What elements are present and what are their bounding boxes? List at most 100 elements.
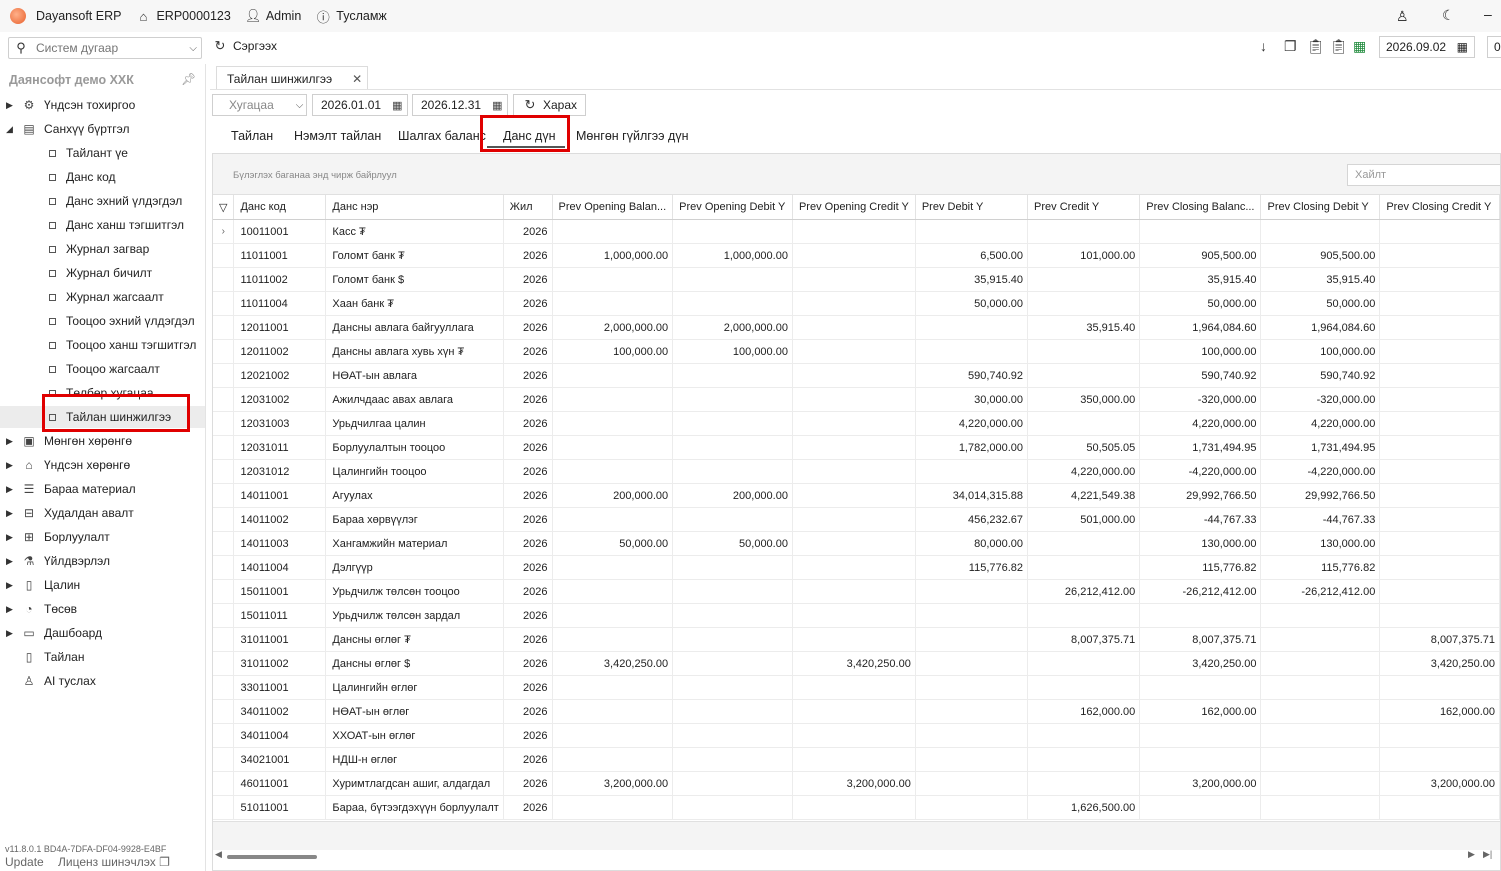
table-row[interactable]: 11011001 Голомт банк ₮ 2026 1,000,000.00 1,0… [213, 243, 1500, 268]
scroll-right-icon[interactable]: ▶ [1468, 849, 1475, 860]
table-row[interactable]: › 10011001 Касс ₮ 2026 [213, 219, 1500, 244]
grid-search-input[interactable]: Хайлт [1347, 164, 1500, 186]
date-to-picker[interactable]: 2026.12.31 ▦ [412, 94, 508, 116]
sidebar-child-item[interactable]: Данс код [0, 166, 205, 188]
sidebar-item-finance[interactable]: ◢ ▤ Санхүү бүртгэл [0, 118, 205, 140]
table-row[interactable]: 15011001 Урьдчилж төлсөн тооцоо 2026 26,212… [213, 579, 1500, 604]
column-header[interactable]: Жил [503, 195, 553, 220]
table-row[interactable]: 14011003 Хангамжийн материал 2026 50,000.00… [213, 531, 1500, 556]
column-header[interactable]: Prev Credit Y [1027, 195, 1141, 220]
column-header[interactable]: Prev Closing Debit Y [1260, 195, 1381, 220]
table-row[interactable]: 33011001 Цалингийн өглөг 2026 [213, 675, 1500, 700]
group-panel[interactable]: Бүлэглэх баганаа энд чирж байрлуул Хайлт [213, 154, 1500, 195]
horizontal-scrollbar[interactable]: ◀ ▶ ▶| [213, 849, 1500, 863]
sidebar-item-salary[interactable]: ▶ ▯ Цалин [0, 574, 205, 596]
sidebar-item-purchase[interactable]: ▶ ⊟ Худалдан авалт [0, 502, 205, 524]
current-date-picker[interactable]: 2026.09.02 ▦ [1379, 36, 1475, 58]
paste-icon[interactable]: 📋︎ [1330, 38, 1348, 55]
tab-report[interactable]: Тайлан [231, 129, 273, 143]
table-row[interactable]: 14011002 Бараа хөрвүүлэг 2026 456,232.67 501… [213, 507, 1500, 532]
column-header[interactable]: Prev Closing Balanc... [1139, 195, 1262, 220]
refresh-button[interactable]: ↻ Сэргээх [212, 38, 277, 54]
close-icon[interactable]: ✕ [352, 72, 362, 86]
user-menu[interactable]: 👤︎ Admin [245, 8, 301, 24]
date-from-picker[interactable]: 2026.01.01 ▦ [312, 94, 408, 116]
table-row[interactable]: 15011011 Урьдчилж төлсөн зардал 2026 [213, 603, 1500, 628]
right-cut-field[interactable]: 0 [1487, 36, 1501, 58]
table-row[interactable]: 14011001 Агуулах 2026 200,000.00 200,000.00 3… [213, 483, 1500, 508]
dark-mode-icon[interactable]: ☾ [1442, 7, 1455, 24]
expand-arrow-icon[interactable]: ▶ [6, 100, 16, 111]
table-row[interactable]: 12011002 Дансны авлага хувь хүн ₮ 2026 100,… [213, 339, 1500, 364]
license-link[interactable]: Лиценз шинэчлэх ❐ [58, 855, 170, 869]
download-icon[interactable]: ↓ [1260, 38, 1267, 54]
document-tab[interactable]: Тайлан шинжилгээ ✕ [216, 66, 368, 90]
column-header[interactable]: Prev Opening Debit Y [672, 195, 793, 220]
sidebar-child-item[interactable]: Тооцоо эхний үлдэгдэл [0, 310, 205, 332]
system-search-box[interactable]: ⚲ ⌵ [8, 37, 202, 59]
collapse-arrow-icon[interactable]: ◢ [6, 124, 16, 135]
sidebar-item-inventory[interactable]: ▶ ☰ Бараа материал [0, 478, 205, 500]
clipboard-icon[interactable]: 📋︎ [1307, 38, 1325, 55]
table-row[interactable]: 34021001 НДШ-н өглөг 2026 [213, 747, 1500, 772]
pin-icon[interactable]: 📌︎ [181, 72, 196, 86]
help-button[interactable]: ⓘ Тусламж [315, 7, 387, 26]
table-row[interactable]: 12031003 Урьдчилгаа цалин 2026 4,220,000.00… [213, 411, 1500, 436]
table-row[interactable]: 12031002 Ажилчдаас авах авлага 2026 30,000.… [213, 387, 1500, 412]
table-row[interactable]: 51011001 Бараа, бүтээгдэхүүн борлуулалт 20… [213, 795, 1500, 820]
assistant-icon[interactable]: ♙ [1396, 8, 1409, 25]
sidebar-item-sales[interactable]: ▶ ⊞ Борлуулалт [0, 526, 205, 548]
column-header[interactable]: Prev Opening Balan... [552, 195, 674, 220]
sidebar-child-item[interactable]: Данс эхний үлдэгдэл [0, 190, 205, 212]
sidebar-child-item[interactable]: Тооцоо жагсаалт [0, 358, 205, 380]
table-row[interactable]: 34011002 НӨАТ-ын өглөг 2026 162,000.00 162,0… [213, 699, 1500, 724]
column-header[interactable]: Prev Debit Y [915, 195, 1029, 220]
sidebar-item-fixed-assets[interactable]: ▶ ⌂ Үндсэн хөрөнгө [0, 454, 205, 476]
period-select[interactable]: Хугацаа ⌵ [212, 94, 307, 116]
system-code[interactable]: ⌂ ERP0000123 [135, 9, 231, 24]
table-row[interactable]: 46011001 Хуримтлагдсан ашиг, алдагдал 2026… [213, 771, 1500, 796]
view-button[interactable]: ↻ Харах [513, 94, 586, 116]
sidebar-item-production[interactable]: ▶ ⚗ Үйлдвэрлэл [0, 550, 205, 572]
table-row[interactable]: 12011001 Дансны авлага байгууллага 2026 2,0… [213, 315, 1500, 340]
copy-icon[interactable]: ❐ [159, 855, 170, 869]
table-row[interactable]: 14011004 Дэлгүүр 2026 115,776.82 115,776.82 1… [213, 555, 1500, 580]
sidebar-item-budget[interactable]: ▶ ◔ Төсөв [0, 598, 205, 620]
scrollbar-thumb[interactable] [227, 855, 317, 859]
table-row[interactable]: 11011002 Голомт банк $2026 35,915.40 35,915… [213, 267, 1500, 292]
scroll-left-icon[interactable]: ◀ [215, 849, 222, 860]
table-row[interactable]: 31011001 Дансны өглөг ₮ 2026 8,007,375.71 8,… [213, 627, 1500, 652]
column-header[interactable]: Данс код [233, 195, 327, 220]
table-row[interactable]: 12031012 Цалингийн тооцоо 2026 4,220,000.00… [213, 459, 1500, 484]
tab-extra-report[interactable]: Нэмэлт тайлан [294, 129, 381, 143]
excel-icon[interactable]: ▦ [1353, 38, 1366, 55]
tab-cash-flow-totals[interactable]: Мөнгөн гүйлгээ дүн [576, 129, 688, 143]
sidebar-child-item[interactable]: Журнал загвар [0, 238, 205, 260]
sidebar-item-report[interactable]: ▯ Тайлан [0, 646, 205, 668]
sidebar-item-ai[interactable]: ♙ AI туслах [0, 670, 205, 692]
sidebar-child-item[interactable]: Тайлант үе [0, 142, 205, 164]
sidebar-item-dashboard[interactable]: ▶ ▭ Дашбоард [0, 622, 205, 644]
update-link[interactable]: Update [5, 855, 44, 869]
sidebar-child-item[interactable]: Данс ханш тэгшитгэл [0, 214, 205, 236]
copy-icon[interactable]: ❐ [1284, 38, 1297, 55]
minimize-icon[interactable]: – [1484, 6, 1492, 22]
column-header[interactable]: Prev Opening Credit Y [792, 195, 916, 220]
column-header[interactable]: Данс нэр [325, 195, 504, 220]
table-row[interactable]: 12031011 Борлуулалтын тооцоо 2026 1,782,000… [213, 435, 1500, 460]
sidebar-child-item[interactable]: Журнал жагсаалт [0, 286, 205, 308]
column-header[interactable]: Prev Closing Credit Y [1379, 195, 1500, 220]
sidebar-item-settings[interactable]: ▶ ⚙ Үндсэн тохиргоо [0, 94, 205, 116]
sidebar-child-item[interactable]: Журнал бичилт [0, 262, 205, 284]
sidebar-item-cash[interactable]: ▶ ▣ Мөнгөн хөрөнгө [0, 430, 205, 452]
table-row[interactable]: 12021002 НӨАТ-ын авлага 2026 590,740.92 590,… [213, 363, 1500, 388]
table-row[interactable]: 34011004 ХХОАТ-ын өглөг 2026 [213, 723, 1500, 748]
filter-icon[interactable]: ▽ [213, 195, 235, 220]
scroll-end-icon[interactable]: ▶| [1483, 849, 1492, 860]
sidebar-child-item[interactable]: Тооцоо ханш тэгшитгэл [0, 334, 205, 356]
table-row[interactable]: 31011002 Дансны өглөг $2026 3,420,250.00 3,… [213, 651, 1500, 676]
chevron-down-icon[interactable]: ⌵ [189, 43, 197, 54]
table-row[interactable]: 11011004 Хаан банк ₮ 2026 50,000.00 50,000.0… [213, 291, 1500, 316]
tab-trial-balance[interactable]: Шалгах баланс [398, 129, 486, 143]
system-search-input[interactable] [34, 40, 190, 56]
